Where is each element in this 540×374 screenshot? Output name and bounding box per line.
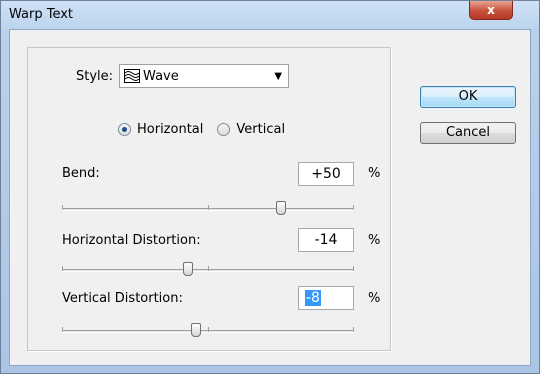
horizontal-distortion-slider[interactable] [62, 262, 354, 276]
wave-warp-icon [124, 69, 141, 83]
ok-button[interactable]: OK [420, 86, 516, 108]
vertical-distortion-slider-thumb[interactable] [191, 323, 202, 337]
vertical-radio[interactable] [217, 123, 231, 136]
horizontal-distortion-unit: % [368, 233, 381, 248]
orientation-radio-group: Horizontal Vertical [118, 122, 299, 137]
cancel-button[interactable]: Cancel [420, 122, 516, 144]
vertical-distortion-slider[interactable] [62, 323, 354, 337]
window-title: Warp Text [9, 7, 74, 22]
vertical-distortion-label: Vertical Distortion: [62, 291, 183, 306]
style-value: Wave [143, 68, 179, 84]
title-bar[interactable]: Warp Text x [1, 1, 539, 29]
horizontal-distortion-label: Horizontal Distortion: [62, 233, 201, 248]
vertical-distortion-input[interactable]: -8 [298, 286, 354, 310]
bend-unit: % [368, 166, 381, 181]
vertical-distortion-unit: % [368, 291, 381, 306]
horizontal-radio-label[interactable]: Horizontal [137, 122, 203, 137]
horizontal-distortion-input[interactable]: -14 [298, 228, 354, 252]
close-button[interactable]: x [469, 1, 513, 20]
style-dropdown[interactable]: Wave ▼ [119, 64, 290, 88]
horizontal-distortion-slider-thumb[interactable] [182, 262, 193, 276]
bend-slider-thumb[interactable] [276, 201, 286, 215]
bend-slider[interactable] [62, 201, 354, 215]
bend-label: Bend: [62, 166, 100, 181]
style-label: Style: [76, 68, 114, 84]
vertical-radio-label[interactable]: Vertical [236, 122, 285, 137]
horizontal-radio[interactable] [118, 123, 131, 136]
bend-input[interactable]: +50 [298, 162, 354, 186]
style-row: Style: Wave ▼ [66, 63, 300, 89]
chevron-down-icon: ▼ [274, 71, 283, 82]
vertical-distortion-value: -8 [305, 290, 321, 306]
